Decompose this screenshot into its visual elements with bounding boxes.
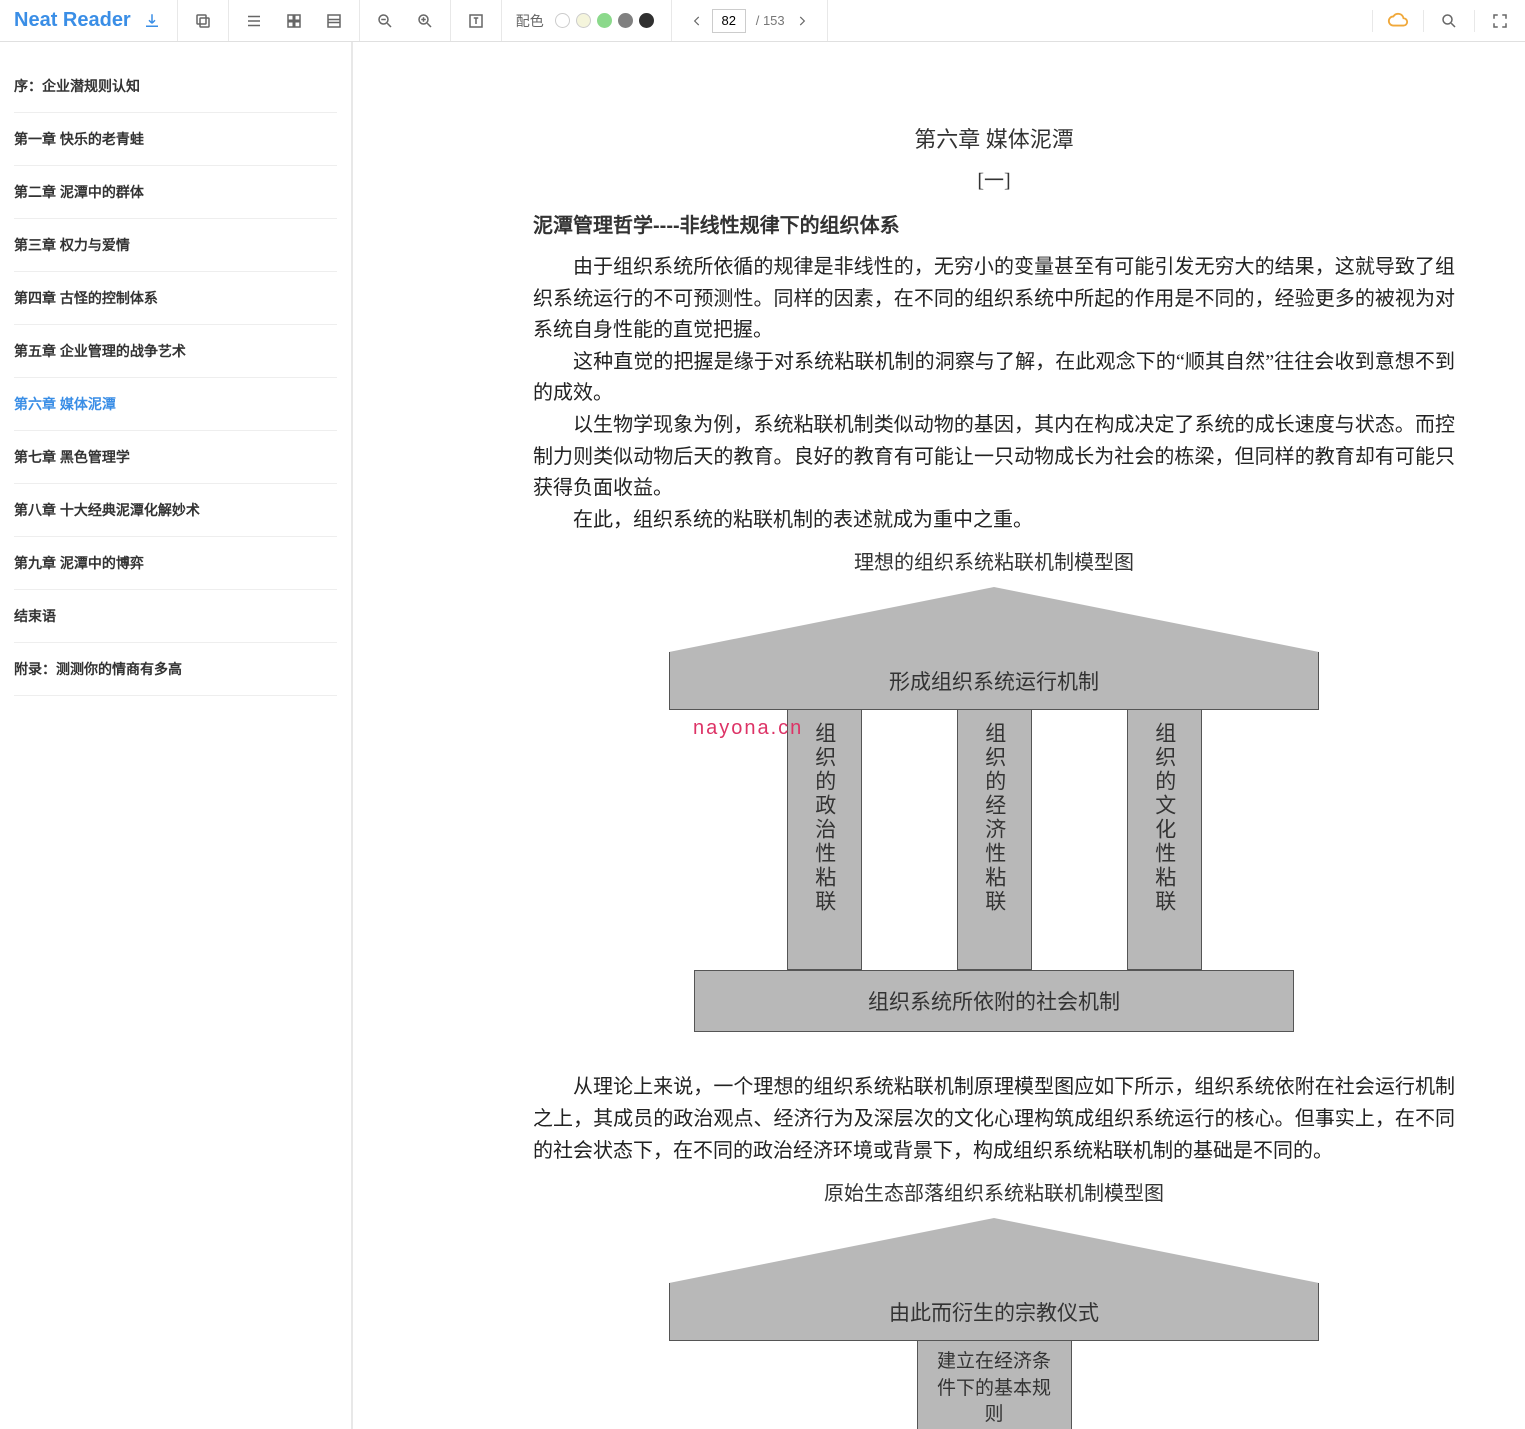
toc-item[interactable]: 第八章 十大经典泥潭化解妙术 — [14, 484, 337, 537]
diagram1-roof-triangle — [669, 587, 1319, 652]
app-logo: Neat Reader — [14, 9, 131, 32]
diagram2: 由此而衍生的宗教仪式 建立在经济条件下的基本规则 — [669, 1218, 1319, 1429]
prev-page-icon[interactable] — [686, 10, 708, 32]
font-icon[interactable] — [465, 10, 487, 32]
toolbar: Neat Reader 配色 / 153 — [0, 0, 1525, 42]
watermark: nayona.cn — [693, 717, 803, 740]
grid-icon[interactable] — [283, 10, 305, 32]
diagram1-pillars: 组织的政治性粘联 组织的经济性粘联 组织的文化性粘联 — [669, 710, 1319, 970]
diagram1-pillar-3: 组织的文化性粘联 — [1127, 710, 1202, 970]
diagram2-pillars: 建立在经济条件下的基本规则 — [669, 1341, 1319, 1429]
pager-section: / 153 — [672, 0, 828, 41]
paragraph: 由于组织系统所依循的规律是非线性的，无穷小的变量甚至有可能引发无穷大的结果，这就… — [533, 252, 1455, 347]
diagram1-roof-band: 形成组织系统运行机制 — [669, 652, 1319, 710]
paragraph: 以生物学现象为例，系统粘联机制类似动物的基因，其内在构成决定了系统的成长速度与状… — [533, 410, 1455, 505]
menu-icon[interactable] — [243, 10, 265, 32]
download-icon[interactable] — [141, 10, 163, 32]
diagram1-wrap: nayona.cn 形成组织系统运行机制 组织的政治性粘联 组织的经济性粘联 组… — [533, 587, 1455, 1032]
swatch-dark[interactable] — [639, 13, 654, 28]
toc-item[interactable]: 序：企业潜规则认知 — [14, 60, 337, 113]
zoom-section — [360, 0, 451, 41]
diagram2-roof-band: 由此而衍生的宗教仪式 — [669, 1283, 1319, 1341]
paragraph: 从理论上来说，一个理想的组织系统粘联机制原理模型图应如下所示，组织系统依附在社会… — [533, 1072, 1455, 1167]
fullscreen-icon[interactable] — [1489, 10, 1511, 32]
view-section — [229, 0, 360, 41]
page-total: / 153 — [756, 13, 785, 28]
diagram1-pillar-1: 组织的政治性粘联 — [787, 710, 862, 970]
paragraph: 在此，组织系统的粘联机制的表述就成为重中之重。 — [533, 505, 1455, 537]
swatch-beige[interactable] — [576, 13, 591, 28]
color-section: 配色 — [502, 0, 672, 41]
diagram1-pillar-2: 组织的经济性粘联 — [957, 710, 1032, 970]
toc-item[interactable]: 第三章 权力与爱情 — [14, 219, 337, 272]
subtitle: 泥潭管理哲学----非线性规律下的组织体系 — [533, 209, 1455, 238]
list-icon[interactable] — [323, 10, 345, 32]
chapter-title: 第六章 媒体泥潭 — [533, 122, 1455, 154]
swatch-gray[interactable] — [618, 13, 633, 28]
paragraph: 这种直觉的把握是缘于对系统粘联机制的洞察与了解，在此观念下的“顺其自然”往往会收… — [533, 347, 1455, 410]
toc-item[interactable]: 第六章 媒体泥潭 — [14, 378, 337, 431]
page-input[interactable] — [712, 9, 746, 33]
sidebar-toc: 序：企业潜规则认知第一章 快乐的老青蛙第二章 泥潭中的群体第三章 权力与爱情第四… — [0, 42, 353, 1429]
search-icon[interactable] — [1438, 10, 1460, 32]
swatch-white[interactable] — [555, 13, 570, 28]
diagram2-pillar: 建立在经济条件下的基本规则 — [917, 1341, 1072, 1429]
content-area: 第六章 媒体泥潭 [一] 泥潭管理哲学----非线性规律下的组织体系 由于组织系… — [353, 42, 1525, 1429]
diagram2-roof-triangle — [669, 1218, 1319, 1283]
toc-item[interactable]: 结束语 — [14, 590, 337, 643]
toc-item[interactable]: 第五章 企业管理的战争艺术 — [14, 325, 337, 378]
logo-section: Neat Reader — [0, 0, 178, 41]
section-number: [一] — [533, 164, 1455, 193]
diagram1-base: 组织系统所依附的社会机制 — [694, 970, 1294, 1032]
diagram2-title: 原始生态部落组织系统粘联机制模型图 — [533, 1177, 1455, 1206]
next-page-icon[interactable] — [791, 10, 813, 32]
toc-item[interactable]: 第二章 泥潭中的群体 — [14, 166, 337, 219]
zoom-in-icon[interactable] — [414, 10, 436, 32]
diagram1-title: 理想的组织系统粘联机制模型图 — [533, 546, 1455, 575]
zoom-out-icon[interactable] — [374, 10, 396, 32]
toc-item[interactable]: 附录：测测你的情商有多高 — [14, 643, 337, 696]
diagram1: 形成组织系统运行机制 组织的政治性粘联 组织的经济性粘联 组织的文化性粘联 组织… — [669, 587, 1319, 1032]
swatch-green[interactable] — [597, 13, 612, 28]
toc-item[interactable]: 第一章 快乐的老青蛙 — [14, 113, 337, 166]
toc-item[interactable]: 第七章 黑色管理学 — [14, 431, 337, 484]
cloud-icon[interactable] — [1387, 10, 1409, 32]
main: 序：企业潜规则认知第一章 快乐的老青蛙第二章 泥潭中的群体第三章 权力与爱情第四… — [0, 42, 1525, 1429]
toc-item[interactable]: 第九章 泥潭中的博弈 — [14, 537, 337, 590]
toc-item[interactable]: 第四章 古怪的控制体系 — [14, 272, 337, 325]
copy-section — [178, 0, 229, 41]
copy-icon[interactable] — [192, 10, 214, 32]
color-label: 配色 — [516, 11, 544, 31]
font-section — [451, 0, 502, 41]
